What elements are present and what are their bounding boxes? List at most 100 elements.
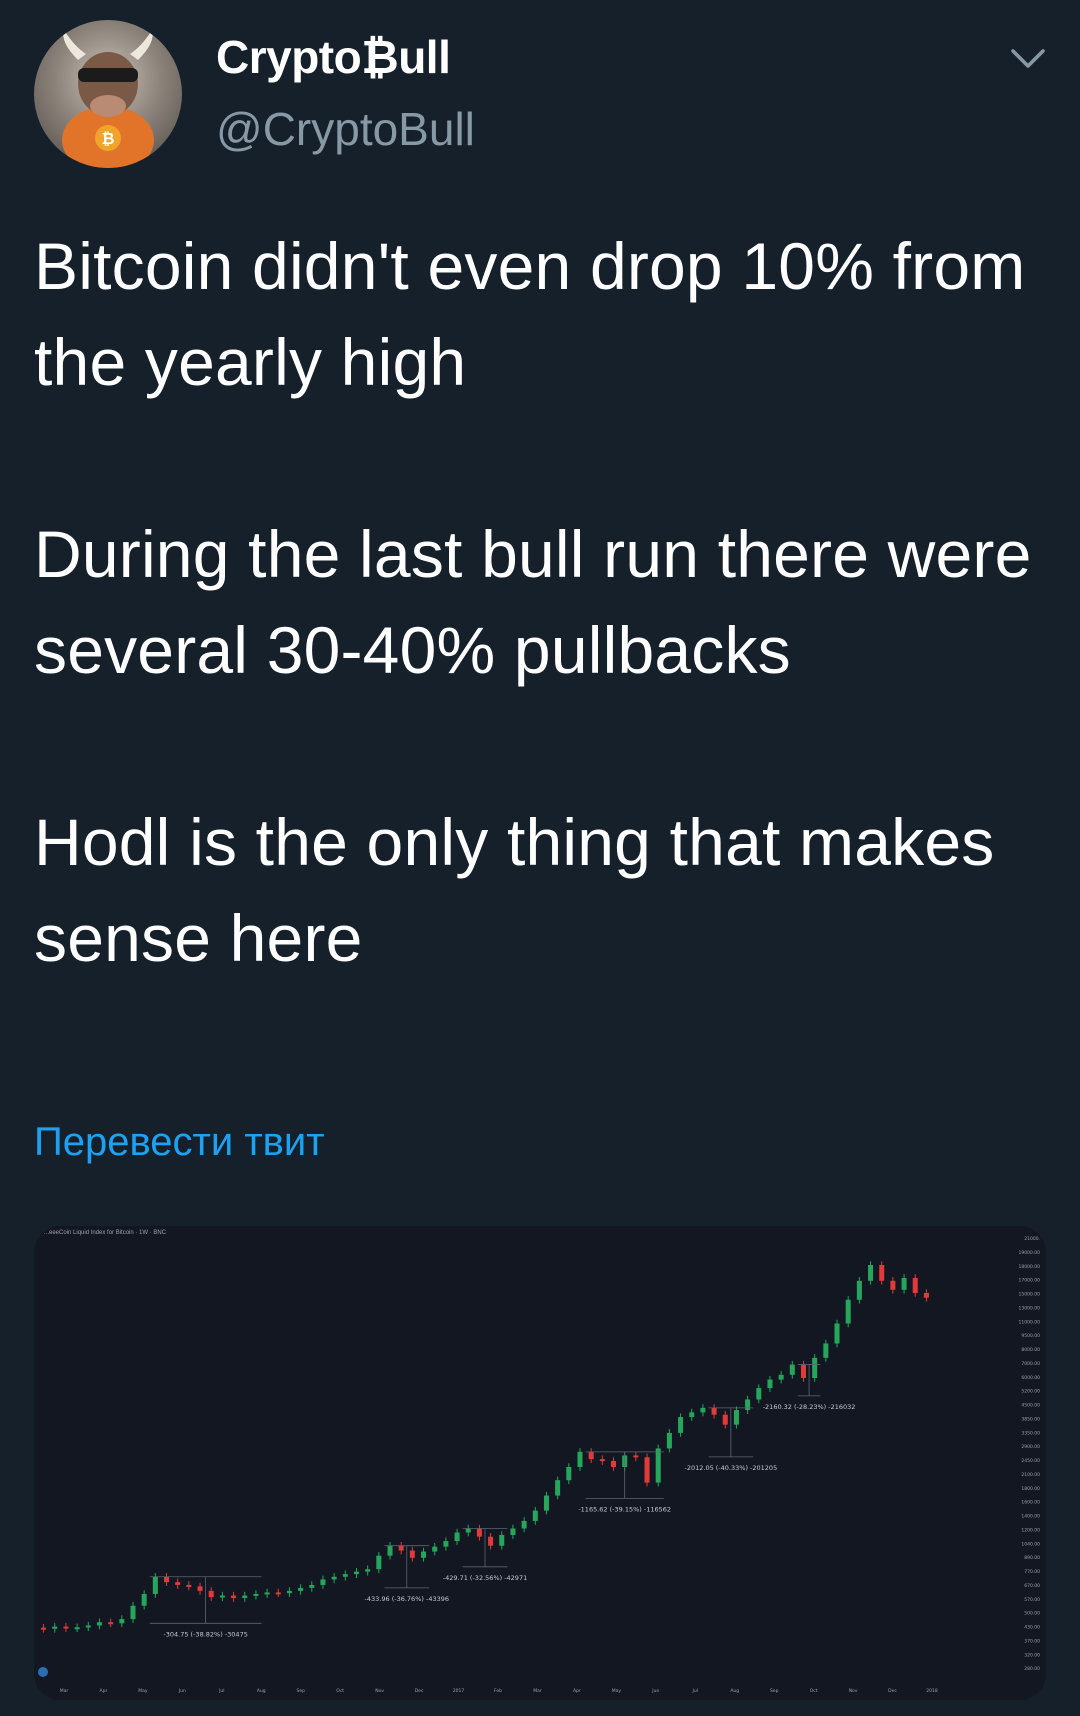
x-tick-label: Sep — [296, 1688, 305, 1694]
candle — [599, 1459, 605, 1462]
candle — [465, 1528, 471, 1533]
candle — [700, 1407, 706, 1413]
y-tick-label: 6000.00 — [1021, 1375, 1040, 1381]
y-tick-label: 7000.00 — [1021, 1361, 1040, 1367]
candle — [108, 1622, 114, 1625]
candle — [834, 1323, 840, 1344]
candle — [711, 1407, 717, 1415]
x-tick-label: May — [612, 1688, 622, 1694]
pullback-label: -433.96 (-36.76%) -43396 — [365, 1595, 449, 1603]
tradingview-logo-icon — [38, 1667, 48, 1677]
y-tick-label: 1040.00 — [1021, 1541, 1040, 1547]
y-tick-label: 770.00 — [1024, 1569, 1040, 1575]
candle — [510, 1528, 516, 1535]
candle — [745, 1399, 751, 1411]
candle — [175, 1582, 181, 1585]
translate-tweet-link[interactable]: Перевести твит — [34, 1120, 325, 1165]
y-tick-label: 570.00 — [1024, 1597, 1040, 1603]
x-tick-label: Sep — [770, 1688, 779, 1694]
user-handle[interactable]: @CryptoBull — [216, 102, 475, 156]
y-tick-label: 1200.00 — [1021, 1527, 1040, 1533]
bull-mascot-icon: ₿ — [62, 30, 154, 168]
y-tick-label: 1600.00 — [1021, 1500, 1040, 1506]
candle — [231, 1595, 237, 1599]
candle — [476, 1528, 482, 1537]
candle — [666, 1432, 672, 1449]
candle — [432, 1546, 438, 1552]
x-tick-label: Feb — [494, 1688, 502, 1694]
candle — [588, 1451, 594, 1460]
tweet-header: ₿ Crypto₿ull @CryptoBull — [0, 0, 1080, 190]
candle — [365, 1569, 371, 1572]
candle — [320, 1579, 326, 1585]
tweet-media-chart[interactable]: ...eeeCoin Liquid Index for Bitcoin · 1W… — [34, 1226, 1046, 1700]
x-tick-label: Mar — [60, 1688, 69, 1694]
candle — [41, 1627, 47, 1630]
candle — [186, 1584, 192, 1587]
candle — [812, 1357, 818, 1378]
x-tick-label: Oct — [336, 1688, 344, 1694]
candle — [52, 1626, 58, 1629]
x-tick-label: Dec — [888, 1688, 897, 1694]
candle — [789, 1364, 795, 1375]
candle — [521, 1520, 527, 1529]
x-tick-label: Apr — [100, 1688, 108, 1694]
candle — [119, 1619, 125, 1624]
y-tick-label: 8000.00 — [1021, 1347, 1040, 1353]
candle — [823, 1343, 829, 1358]
y-tick-label: 15000.00 — [1019, 1292, 1041, 1298]
x-tick-label: 2018 — [926, 1688, 938, 1694]
display-name[interactable]: Crypto₿ull — [216, 30, 451, 84]
y-tick-label: 9500.00 — [1021, 1333, 1040, 1339]
y-tick-label: 280.00 — [1024, 1666, 1040, 1672]
y-tick-label: 430.00 — [1024, 1625, 1040, 1631]
x-tick-label: Dec — [415, 1688, 424, 1694]
x-tick-label: Mar — [533, 1688, 542, 1694]
candle — [722, 1414, 728, 1425]
x-tick-label: Nov — [849, 1688, 858, 1694]
candle — [130, 1605, 136, 1620]
x-tick-label: Jul — [218, 1688, 224, 1694]
candle — [74, 1627, 80, 1630]
y-tick-label: 2100.00 — [1021, 1472, 1040, 1478]
candlestick-chart: -304.75 (-38.82%) -30475 -433.96 (-36.76%… — [38, 1236, 1041, 1694]
candle — [387, 1545, 393, 1556]
candle — [532, 1510, 538, 1521]
candle — [286, 1590, 292, 1594]
candle — [890, 1280, 896, 1290]
candle — [923, 1293, 929, 1298]
avatar[interactable]: ₿ — [34, 20, 182, 168]
y-tick-label: 19000.00 — [1019, 1250, 1041, 1256]
candle — [275, 1592, 281, 1595]
y-tick-label: 500.00 — [1024, 1611, 1040, 1617]
y-tick-label: 320.00 — [1024, 1652, 1040, 1658]
candle — [879, 1265, 885, 1281]
candle — [309, 1584, 315, 1588]
y-tick-label: 18000.00 — [1019, 1264, 1041, 1270]
candle — [443, 1541, 449, 1547]
svg-text:₿: ₿ — [101, 129, 114, 148]
chevron-down-icon[interactable] — [1010, 46, 1046, 72]
y-tick-label: 890.00 — [1024, 1555, 1040, 1561]
y-tick-label: 21000. — [1024, 1236, 1040, 1242]
y-tick-label: 17000.00 — [1019, 1278, 1041, 1284]
candle — [141, 1593, 147, 1606]
y-tick-label: 1400.00 — [1021, 1514, 1040, 1520]
y-tick-label: 370.00 — [1024, 1638, 1040, 1644]
candle — [454, 1532, 460, 1542]
y-tick-label: 670.00 — [1024, 1583, 1040, 1589]
candle — [409, 1550, 415, 1558]
y-tick-label: 2900.00 — [1021, 1444, 1040, 1450]
x-tick-label: Nov — [375, 1688, 384, 1694]
candle — [845, 1299, 851, 1324]
y-tick-label: 1800.00 — [1021, 1486, 1040, 1492]
candle — [689, 1412, 695, 1418]
candle — [678, 1417, 684, 1433]
candle — [152, 1576, 158, 1594]
candle — [756, 1388, 762, 1400]
x-tick-label: Oct — [810, 1688, 818, 1694]
pullback-label: -2012.05 (-40.33%) -201205 — [684, 1464, 777, 1472]
candle — [868, 1265, 874, 1281]
candle — [208, 1590, 214, 1598]
y-tick-label: 13000.00 — [1019, 1305, 1041, 1311]
